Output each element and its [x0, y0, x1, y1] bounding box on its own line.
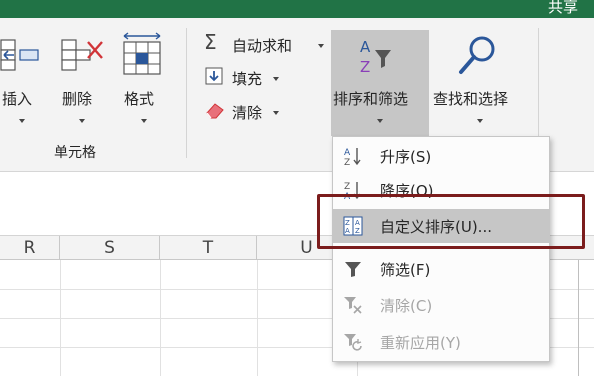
column-header-t[interactable]: T — [160, 236, 257, 260]
filter-icon — [345, 262, 361, 277]
delete-label: 删除 — [62, 90, 93, 108]
column-header-r[interactable]: R — [0, 236, 60, 260]
menu-item-label: 重新应用(Y) — [380, 334, 461, 352]
fill-label: 填充 — [232, 70, 263, 88]
sort-filter-button[interactable]: A Z 排序和筛选 — [331, 30, 429, 136]
eraser-icon — [206, 103, 224, 119]
menu-item-label: 升序(S) — [380, 148, 432, 166]
sort-filter-label: 排序和筛选 — [333, 90, 409, 108]
group-divider — [186, 28, 187, 158]
share-button[interactable]: 共享 — [548, 0, 578, 17]
svg-text:A: A — [360, 38, 371, 56]
svg-text:Z: Z — [344, 158, 350, 166]
chevron-down-icon — [318, 44, 324, 48]
menu-item-filter[interactable]: 筛选(F) — [333, 252, 549, 286]
column-header-s[interactable]: S — [60, 236, 160, 260]
delete-cells-icon — [61, 39, 103, 71]
sort-ascending-icon: A Z — [344, 148, 361, 166]
menu-item-sort-ascending[interactable]: A Z 升序(S) — [333, 139, 549, 173]
find-select-label: 查找和选择 — [433, 90, 509, 108]
svg-text:A: A — [344, 148, 351, 158]
menu-item-label: 筛选(F) — [380, 261, 431, 279]
chevron-down-icon — [377, 119, 383, 123]
autosum-label: 自动求和 — [232, 37, 293, 55]
chevron-down-icon — [79, 119, 85, 123]
sort-filter-menu: A Z 升序(S) Z A 降序(O) Z A A Z 自定义排序(U)... … — [332, 136, 550, 362]
format-label: 格式 — [124, 90, 155, 108]
chevron-down-icon — [273, 77, 279, 81]
chevron-down-icon — [19, 119, 25, 123]
sigma-icon: Σ — [204, 30, 217, 54]
menu-item-label: 清除(C) — [380, 297, 433, 315]
magnifier-icon — [459, 36, 495, 74]
reapply-icon — [344, 334, 362, 351]
title-bar: 共享 — [0, 0, 594, 18]
highlight-callout — [317, 194, 585, 249]
menu-item-reapply[interactable]: 重新应用(Y) — [333, 325, 549, 359]
clear-label: 清除 — [232, 104, 263, 122]
menu-item-clear-filter[interactable]: 清除(C) — [333, 288, 549, 322]
chevron-down-icon — [141, 119, 147, 123]
sort-filter-icon: A Z — [360, 38, 391, 76]
fill-down-icon — [205, 67, 223, 85]
insert-label: 插入 — [2, 90, 33, 108]
insert-cells-icon — [0, 39, 39, 71]
chevron-down-icon — [477, 119, 483, 123]
svg-text:Z: Z — [344, 182, 350, 192]
svg-text:Z: Z — [360, 58, 370, 76]
clear-filter-icon — [344, 297, 362, 314]
chevron-down-icon — [273, 111, 279, 115]
format-cells-icon — [123, 32, 161, 75]
cells-group-label: 单元格 — [54, 145, 96, 161]
